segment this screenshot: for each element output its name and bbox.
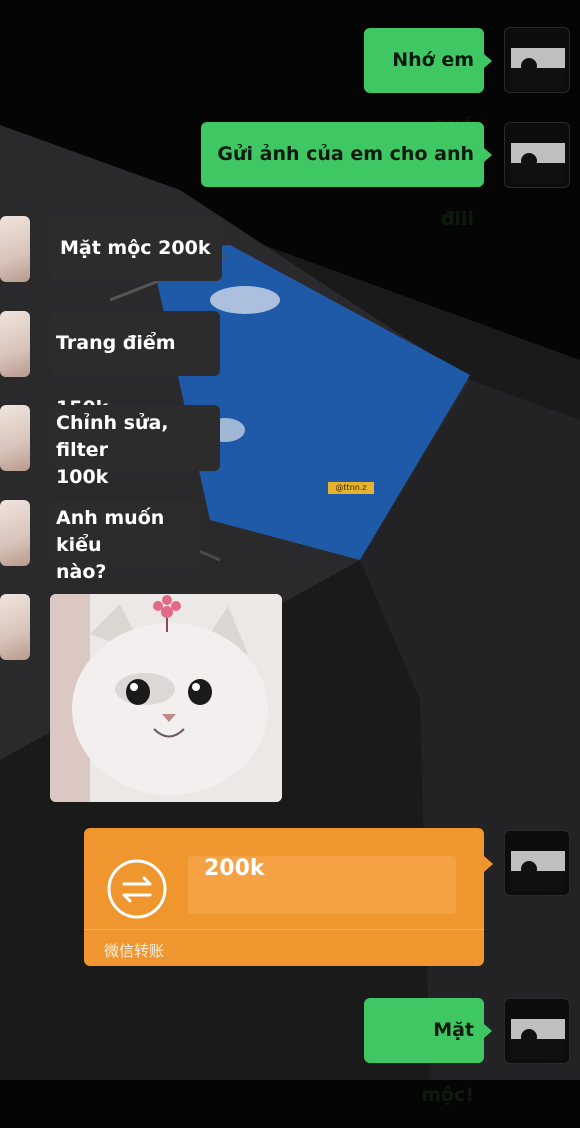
message-text: Mặt mộc 200k <box>60 237 211 259</box>
transfer-amount: 200k <box>204 856 265 881</box>
contact-avatar[interactable] <box>0 500 30 566</box>
avatar-photo-icon <box>511 143 565 183</box>
message-bubble-incoming[interactable]: Chỉnh sửa, filter 100k <box>42 405 220 488</box>
bubble-tail <box>42 336 50 351</box>
bubble-tail <box>484 147 492 162</box>
transfer-caption: 微信转账 <box>104 942 165 960</box>
bubble-tail <box>484 1023 492 1038</box>
message-bubble-incoming[interactable]: Trang điểm 150k <box>42 311 220 419</box>
message-text: Mặt mộc! <box>421 1019 474 1106</box>
my-avatar[interactable] <box>504 122 570 188</box>
money-transfer-card[interactable]: 200k 微信转账 <box>84 828 493 966</box>
contact-avatar[interactable] <box>0 594 30 660</box>
avatar-photo-icon <box>511 48 565 88</box>
message-bubble-incoming[interactable]: Anh muốn kiểu nào? <box>42 500 200 583</box>
message-bubble-outgoing[interactable]: Nhớ em quá <box>364 28 492 136</box>
card-divider <box>84 929 484 930</box>
watermark-label: @ttnn.z <box>328 482 374 494</box>
bubble-tail <box>42 526 50 540</box>
contact-avatar[interactable] <box>0 311 30 377</box>
my-avatar[interactable] <box>504 998 570 1064</box>
message-bubble-outgoing[interactable]: Mặt mộc! <box>364 998 492 1106</box>
bubble-tail <box>484 53 492 68</box>
bubble-tail <box>42 241 50 256</box>
avatar-photo-icon <box>511 851 565 891</box>
message-bubble-outgoing[interactable]: Gửi ảnh của em cho anh điii <box>201 122 492 230</box>
message-text-line: nào? <box>56 561 107 583</box>
message-bubble-incoming[interactable]: Mặt mộc 200k <box>42 216 222 281</box>
cat-sticker[interactable] <box>50 594 282 802</box>
avatar-photo-icon <box>511 1019 565 1059</box>
transfer-icon <box>107 859 167 919</box>
my-avatar[interactable] <box>504 27 570 93</box>
bubble-tail <box>484 856 493 872</box>
message-text-line: 100k <box>56 466 109 488</box>
bubble-tail <box>42 431 50 445</box>
my-avatar[interactable] <box>504 830 570 896</box>
contact-avatar[interactable] <box>0 216 30 282</box>
message-text-line: Anh muốn kiểu <box>56 507 165 556</box>
message-text-line: Chỉnh sửa, filter <box>56 412 169 461</box>
contact-avatar[interactable] <box>0 405 30 471</box>
cat-sticker-image <box>50 594 282 802</box>
